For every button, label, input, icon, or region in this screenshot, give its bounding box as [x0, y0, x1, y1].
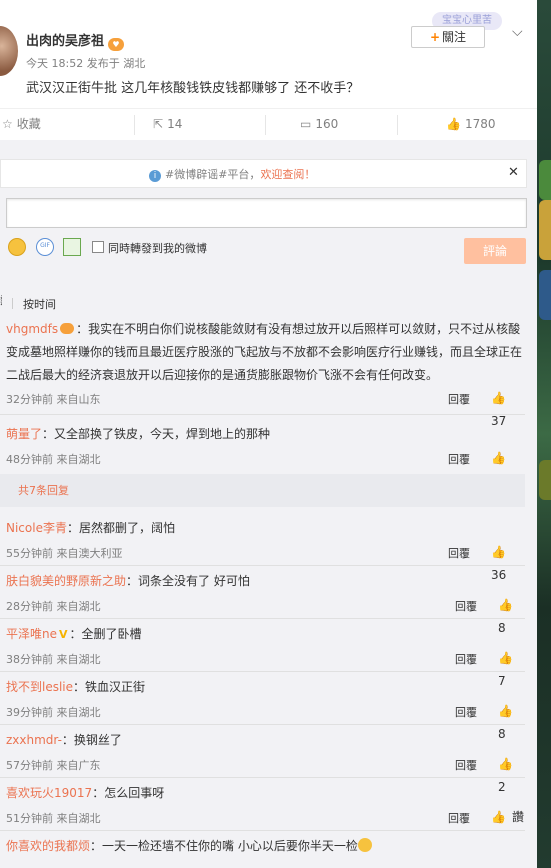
thumbs-up-icon: 👍: [498, 704, 513, 718]
favorite-button[interactable]: ☆ 收藏: [2, 109, 41, 140]
reply-button[interactable]: 回覆: [448, 542, 470, 565]
sort-hot[interactable]: 熱: [0, 292, 2, 308]
emoji-face-icon: [357, 838, 372, 852]
comment-item: Nicole李青：居然都删了，阔怕 55分钟前 来自澳大利亚 回覆 👍36: [0, 517, 525, 582]
close-icon[interactable]: ✕: [508, 165, 519, 180]
comment-input[interactable]: [6, 198, 527, 228]
comment-item: 肤白貌美的野原新之助：词条全没有了 好可怕 28分钟前 来自湖北 回覆 👍8: [0, 570, 525, 635]
thumbs-up-icon: 👍: [491, 451, 506, 465]
comment-item: 喜欢玩火19017：怎么回事呀 51分钟前 来自湖北 回覆 👍 讚: [0, 782, 525, 827]
comment-time: 55分钟前 来自澳大利亚: [6, 547, 123, 560]
repost-checkbox[interactable]: [92, 241, 104, 253]
comment-button[interactable]: ▭ 160: [300, 109, 338, 140]
thumbs-up-icon: 👍: [491, 545, 506, 559]
comment-time: 32分钟前 来自山东: [6, 393, 101, 406]
comment-item: 平泽唯ne V ：全删了卧槽 38分钟前 来自湖北 回覆 👍7: [0, 623, 525, 688]
submit-comment-button[interactable]: 評論: [464, 238, 526, 264]
sort-tabs: 熱 按时间: [0, 292, 56, 312]
comment-item: 你喜欢的我都烦：一天一检还墙不住你的嘴 小心以后要你半天一检: [0, 835, 525, 868]
rumor-notice-bar: i #微博辟谣#平台，欢迎查阅！ ✕: [0, 159, 527, 188]
thumbs-up-icon: 👍: [446, 117, 461, 131]
reply-button[interactable]: 回覆: [448, 448, 470, 471]
background-wallpaper-strip: [537, 0, 551, 868]
weibo-post-card: 出肉的吴彦祖 ♥ 宝宝心里苦 + 關注 ⌵ 今天 18:52 发布于 湖北 武汉汉正…: [0, 0, 537, 868]
thumbs-up-icon: 👍: [491, 810, 506, 824]
comment-time: 28分钟前 来自湖北: [6, 600, 101, 613]
reply-button[interactable]: 回覆: [455, 701, 477, 724]
divider: [134, 115, 135, 135]
action-bar: ☆ 收藏 ⇱ 14 ▭ 160 👍 1780: [0, 108, 537, 141]
follow-button[interactable]: + 關注: [411, 26, 485, 48]
reply-button[interactable]: 回覆: [448, 807, 470, 830]
thumbs-up-icon: 👍: [491, 391, 506, 405]
reply-button[interactable]: 回覆: [455, 648, 477, 671]
comment-item: vhgmdfs ：我实在不明白你们说核酸能敛财有没有想过放开以后照样可以敛财，只不…: [0, 318, 525, 428]
thumbs-up-icon: 👍: [498, 598, 513, 612]
comment-item: zxxhmdr-：换钢丝了 57分钟前 来自广东 回覆 👍2: [0, 729, 525, 794]
more-replies-bar[interactable]: 共7条回复: [0, 474, 525, 507]
emoji-icon[interactable]: [8, 238, 26, 256]
sort-by-time[interactable]: 按时间: [23, 298, 56, 311]
reply-button[interactable]: 回覆: [455, 754, 477, 777]
thumbs-up-icon: 👍: [498, 651, 513, 665]
comment-item: 找不到leslie：铁血汉正街 39分钟前 来自湖北 回覆 👍8: [0, 676, 525, 741]
vip-icon: ♥: [108, 38, 125, 51]
thumbs-up-icon: 👍: [498, 757, 513, 771]
comment-time: 38分钟前 来自湖北: [6, 653, 101, 666]
comment-like-button[interactable]: 👍 讚: [491, 806, 524, 829]
post-author[interactable]: 出肉的吴彦祖 ♥: [26, 30, 125, 51]
repost-checkbox-label: 同時轉發到我的微博: [108, 242, 207, 255]
comment-time: 51分钟前 来自湖北: [6, 812, 101, 825]
post-text: 武汉汉正街牛批 这几年核酸钱铁皮钱都赚够了 还不收手？: [26, 81, 360, 96]
reply-button[interactable]: 回覆: [448, 388, 470, 411]
chevron-down-icon[interactable]: ⌵: [512, 24, 523, 40]
post-meta: 今天 18:52 发布于 湖北: [26, 57, 146, 70]
v-badge-icon: V: [59, 628, 68, 641]
star-icon: ☆: [2, 117, 13, 131]
divider: [397, 115, 398, 135]
info-icon: i: [149, 170, 161, 182]
reply-button[interactable]: 回覆: [455, 595, 477, 618]
plus-icon: +: [429, 30, 441, 44]
comment-time: 57分钟前 来自广东: [6, 759, 101, 772]
gif-icon[interactable]: GIF: [36, 238, 54, 256]
image-icon[interactable]: [63, 238, 81, 256]
avatar[interactable]: [0, 26, 18, 76]
comment-item: 萌量了：又全部换了铁皮，今天，焊到地上的那种 48分钟前 来自湖北 回覆 👍63: [0, 423, 525, 488]
comment-time: 39分钟前 来自湖北: [6, 706, 101, 719]
repost-button[interactable]: ⇱ 14: [153, 109, 182, 140]
divider: [265, 115, 266, 135]
like-button[interactable]: 👍 1780: [446, 109, 496, 140]
vip-icon: [60, 323, 75, 334]
comment-icon: ▭: [300, 117, 312, 131]
repost-icon: ⇱: [153, 117, 164, 131]
comment-time: 48分钟前 来自湖北: [6, 453, 101, 466]
